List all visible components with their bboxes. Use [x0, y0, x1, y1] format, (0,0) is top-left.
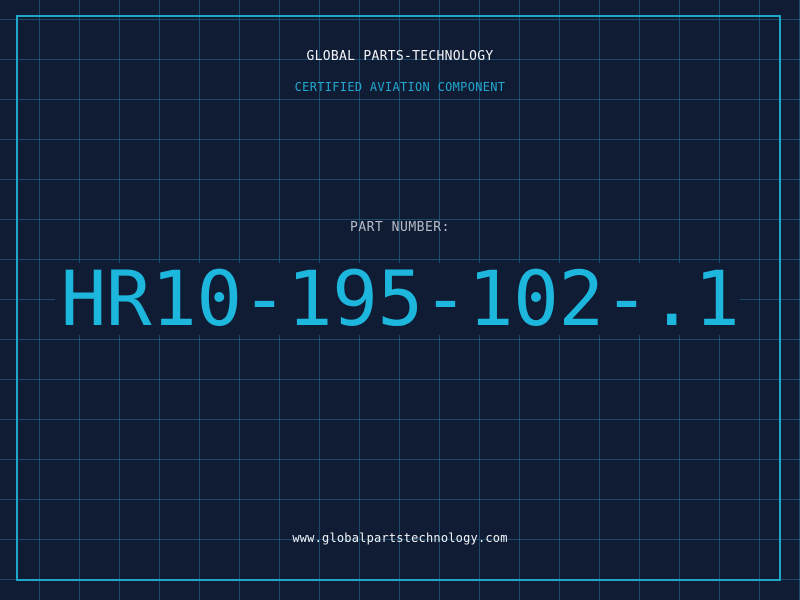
certification-subtitle: CERTIFIED AVIATION COMPONENT [294, 80, 506, 94]
part-number-label: PART NUMBER: [350, 220, 450, 235]
part-number-value: HR10-195-102-.1 [60, 254, 740, 343]
website-url: www.globalpartstechnology.com [292, 531, 508, 545]
brand-name: GLOBAL PARTS-TECHNOLOGY [306, 49, 494, 64]
part-card: GLOBAL PARTS-TECHNOLOGY CERTIFIED AVIATI… [0, 0, 800, 600]
